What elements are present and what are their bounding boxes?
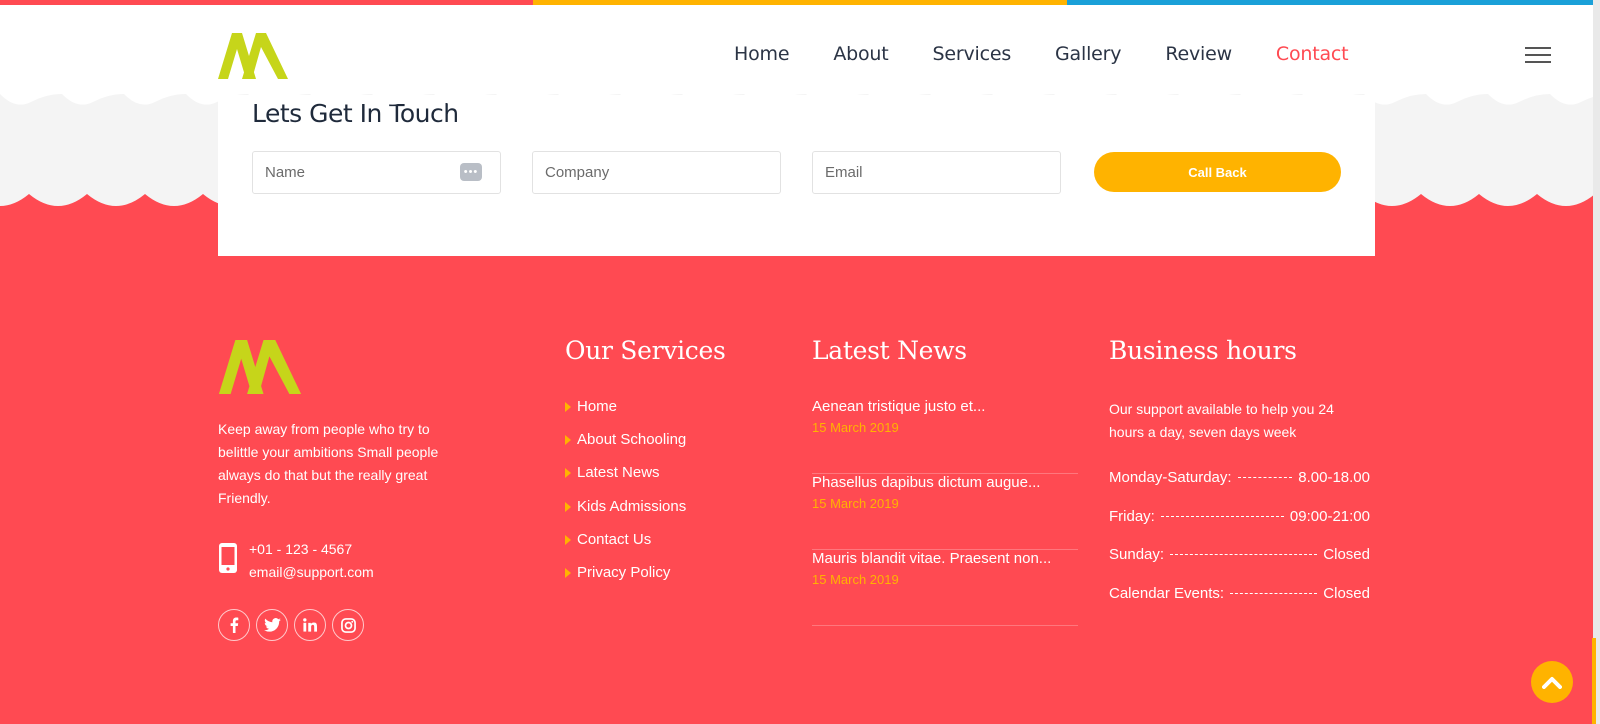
hours-day: Calendar Events: (1109, 584, 1225, 602)
dotted-leader (1170, 554, 1318, 555)
footer-logo[interactable] (218, 340, 302, 394)
hours-day: Friday: (1109, 507, 1155, 525)
caret-right-icon (565, 567, 571, 578)
news-title[interactable]: Mauris blandit vitae. Praesent non... (812, 550, 1078, 567)
top-color-strip (0, 0, 1600, 5)
list-item: Home (565, 398, 686, 431)
main-nav: Home About Services Gallery Review Conta… (734, 43, 1392, 65)
linkedin-icon[interactable] (294, 609, 326, 641)
strip-yellow (533, 0, 1067, 5)
services-list: Home About Schooling Latest News Kids Ad… (565, 398, 686, 597)
list-item: Privacy Policy (565, 564, 686, 597)
email-input[interactable] (812, 151, 1061, 194)
hours-list: Monday-Saturday: 8.00-18.00 Friday: 09:00-… (1109, 469, 1370, 623)
scrollbar-track[interactable] (1593, 0, 1600, 724)
news-heading: Latest News (812, 336, 967, 365)
news-item: Mauris blandit vitae. Praesent non... 15… (812, 550, 1078, 626)
footer-email[interactable]: email@support.com (249, 561, 374, 584)
hours-time: Closed (1323, 546, 1370, 563)
dotted-leader (1237, 477, 1293, 478)
news-date: 15 March 2019 (812, 572, 899, 587)
hours-day: Monday-Saturday: (1109, 469, 1232, 486)
call-back-button[interactable]: Call Back (1094, 152, 1341, 192)
list-item: Latest News (565, 464, 686, 497)
service-link-kids-admissions[interactable]: Kids Admissions (577, 498, 686, 515)
footer-about-text: Keep away from people who try to belittl… (218, 421, 439, 506)
news-list: Aenean tristique justo et... 15 March 20… (812, 398, 1078, 626)
nav-services[interactable]: Services (933, 43, 1012, 65)
instagram-icon[interactable] (332, 609, 364, 641)
caret-right-icon (565, 402, 571, 412)
twitter-icon[interactable] (256, 609, 288, 641)
company-input[interactable] (532, 151, 781, 194)
nav-about[interactable]: About (833, 43, 888, 65)
scroll-to-top-button[interactable] (1531, 661, 1573, 703)
header-wave-edge (0, 88, 1600, 105)
service-link-home[interactable]: Home (577, 398, 617, 415)
caret-right-icon (565, 468, 571, 479)
menu-icon-bar (1525, 47, 1551, 49)
hours-heading: Business hours (1109, 336, 1297, 365)
hours-day: Sunday: (1109, 546, 1165, 563)
hours-row: Friday: 09:00-21:00 (1109, 508, 1370, 547)
hours-row: Calendar Events: Closed (1109, 585, 1370, 624)
contact-card: Lets Get In Touch ••• Call Back (218, 95, 1375, 256)
list-item: About Schooling (565, 431, 686, 464)
news-title[interactable]: Aenean tristique justo et... (812, 398, 1078, 415)
phone-icon (219, 543, 237, 573)
hours-time: 8.00-18.00 (1298, 469, 1370, 486)
news-item: Aenean tristique justo et... 15 March 20… (812, 398, 1078, 474)
service-link-latest-news[interactable]: Latest News (577, 464, 660, 481)
news-title[interactable]: Phasellus dapibus dictum augue... (812, 474, 1078, 491)
caret-right-icon (565, 534, 571, 545)
contact-details: +01 - 123 - 4567 email@support.com (249, 538, 374, 584)
footer-phone[interactable]: +01 - 123 - 4567 (249, 538, 374, 561)
nav-home[interactable]: Home (734, 43, 790, 65)
facebook-icon[interactable] (218, 609, 250, 641)
menu-icon[interactable] (1525, 47, 1551, 63)
service-link-privacy-policy[interactable]: Privacy Policy (577, 564, 670, 581)
password-manager-icon[interactable]: ••• (460, 163, 482, 181)
site-header: Home About Services Gallery Review Conta… (0, 5, 1600, 90)
hours-row: Monday-Saturday: 8.00-18.00 (1109, 469, 1370, 508)
site-logo[interactable] (218, 33, 288, 79)
hours-description: Our support available to help you 24 hou… (1109, 401, 1334, 440)
service-link-about-schooling[interactable]: About Schooling (577, 431, 686, 448)
menu-icon-bar (1525, 61, 1551, 63)
news-date: 15 March 2019 (812, 420, 899, 435)
news-item: Phasellus dapibus dictum augue... 15 Mar… (812, 474, 1078, 550)
service-link-contact-us[interactable]: Contact Us (577, 531, 651, 548)
chevron-up-icon (1542, 677, 1562, 689)
menu-icon-bar (1525, 54, 1551, 56)
nav-review[interactable]: Review (1165, 43, 1232, 65)
dotted-leader (1160, 515, 1284, 517)
nav-contact[interactable]: Contact (1276, 43, 1349, 65)
caret-right-icon (565, 501, 571, 512)
list-item: Contact Us (565, 531, 686, 564)
news-date: 15 March 2019 (812, 496, 899, 511)
caret-right-icon (565, 435, 571, 446)
services-heading: Our Services (565, 336, 726, 365)
list-item: Kids Admissions (565, 498, 686, 531)
hours-time: Closed (1323, 584, 1370, 602)
hours-row: Sunday: Closed (1109, 546, 1370, 585)
hours-time: 09:00-21:00 (1289, 507, 1370, 525)
scrollbar-thumb[interactable] (1592, 638, 1596, 724)
strip-red (0, 0, 534, 5)
strip-blue (1066, 0, 1600, 5)
social-links (218, 609, 370, 641)
dotted-leader (1230, 592, 1318, 594)
nav-gallery[interactable]: Gallery (1055, 43, 1121, 65)
